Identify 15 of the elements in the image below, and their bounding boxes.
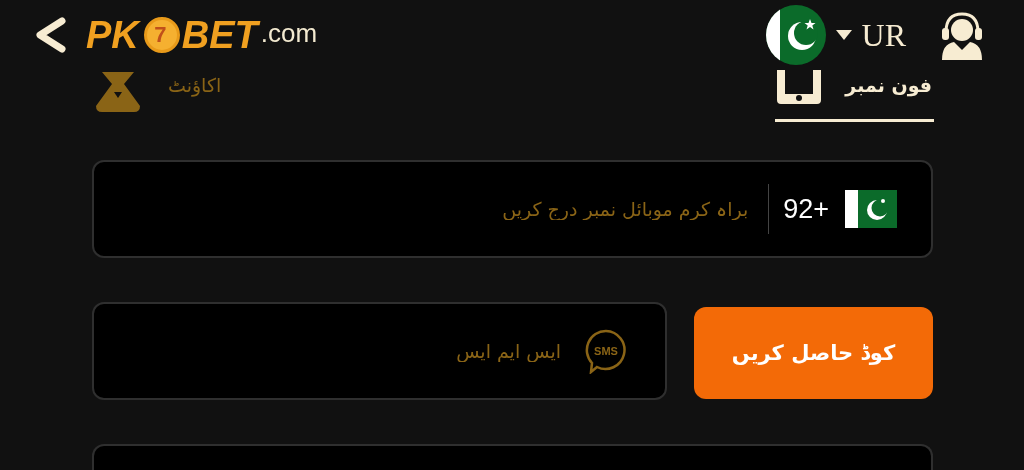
sms-bubble-icon: SMS bbox=[583, 328, 629, 374]
country-code: 92+ bbox=[783, 193, 829, 225]
logo-text: PK bbox=[86, 13, 142, 57]
logo-domain: .com bbox=[260, 17, 319, 49]
phone-icon bbox=[777, 70, 822, 104]
caret-icon[interactable] bbox=[835, 29, 852, 41]
language-code[interactable]: UR bbox=[861, 16, 906, 54]
sms-code-input[interactable]: ایس ایم ایس bbox=[110, 340, 567, 362]
phone-number-input[interactable]: براہ کرم موبائل نمبر درج کریں bbox=[110, 198, 755, 220]
pakistan-flag-icon bbox=[845, 190, 897, 228]
logo-text: BET bbox=[181, 13, 261, 57]
support-agent-icon[interactable] bbox=[940, 10, 984, 60]
logo-chip: 7 bbox=[143, 17, 180, 53]
tab[interactable]: اکاؤنٹ bbox=[90, 70, 224, 122]
tab[interactable]: فون نمبر bbox=[775, 70, 934, 122]
